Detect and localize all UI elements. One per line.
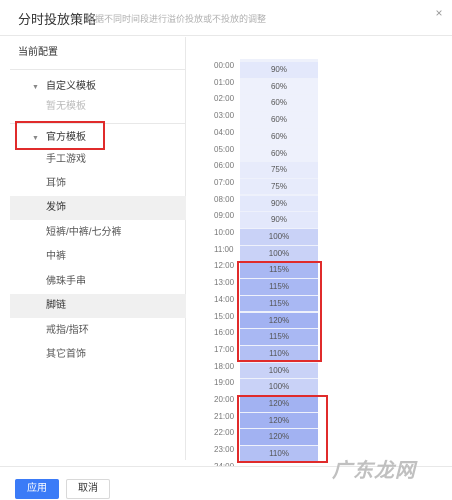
template-item[interactable]: 耳饰 xyxy=(10,172,186,196)
cancel-button[interactable]: 取消 xyxy=(66,479,110,499)
time-label: 09:00 xyxy=(214,211,235,221)
hour-cell[interactable]: 115% xyxy=(240,262,318,278)
hour-cell[interactable]: 60% xyxy=(240,145,318,161)
dialog-subtitle: 根据不同时间段进行溢价投放或不投放的调整 xyxy=(86,14,267,24)
apply-button[interactable]: 应用 xyxy=(15,479,59,499)
current-config-item[interactable]: 当前配置 xyxy=(10,41,186,65)
hour-cell[interactable]: 60% xyxy=(240,112,318,128)
hour-cell[interactable]: 90% xyxy=(240,62,318,78)
hour-cell[interactable]: 60% xyxy=(240,128,318,145)
hour-cell[interactable]: 120% xyxy=(240,312,318,328)
time-label: 08:00 xyxy=(214,194,235,204)
time-label: 16:00 xyxy=(214,328,235,338)
time-label: 02:00 xyxy=(214,94,235,104)
time-label: 13:00 xyxy=(214,278,235,288)
divider xyxy=(10,123,186,124)
hour-cell[interactable]: 100% xyxy=(240,245,318,262)
hour-cell[interactable]: 115% xyxy=(240,295,318,312)
template-item[interactable]: 其它首饰 xyxy=(10,343,186,367)
dialog-title: 分时投放策略 xyxy=(18,12,97,27)
custom-template-label: 自定义模板 xyxy=(46,81,96,92)
time-label: 12:00 xyxy=(214,261,235,271)
template-item[interactable]: 手工游戏 xyxy=(10,148,186,172)
hour-cell[interactable]: 75% xyxy=(240,178,318,195)
time-label: 07:00 xyxy=(214,177,235,187)
time-label: 05:00 xyxy=(214,144,235,154)
schedule-grid: 00:00 01:00 02:00 03:00 04:00 05:00 06:00 07:00… xyxy=(187,37,452,471)
divider xyxy=(10,69,186,70)
time-label: 17:00 xyxy=(214,344,235,354)
hour-cell[interactable]: 60% xyxy=(240,95,318,111)
template-item-selected[interactable]: 脚链 xyxy=(10,294,186,318)
time-label: 03:00 xyxy=(214,111,235,121)
template-item[interactable]: 中裤 xyxy=(10,245,186,269)
time-label: 00:00 xyxy=(214,61,235,70)
hour-cell[interactable]: 100% xyxy=(240,379,318,395)
hour-cell[interactable]: 115% xyxy=(240,329,318,345)
time-label: 22:00 xyxy=(214,428,235,438)
custom-template-empty: 暂无模板 xyxy=(46,101,86,112)
template-item[interactable]: 发饰 xyxy=(10,196,186,220)
schedule-dialog: 分时投放策略 根据不同时间段进行溢价投放或不投放的调整 × 当前配置 ▼ 自定义模… xyxy=(0,0,452,500)
template-item[interactable]: 佛珠手串 xyxy=(10,270,186,294)
official-template-group[interactable]: ▼ 官方模板 xyxy=(10,126,186,150)
hour-cell[interactable]: 120% xyxy=(240,412,318,429)
time-label: 23:00 xyxy=(214,445,235,455)
watermark: 广东龙网 xyxy=(332,460,416,482)
time-label: 11:00 xyxy=(214,244,234,254)
hour-cell[interactable]: 90% xyxy=(240,212,318,228)
time-label: 21:00 xyxy=(214,411,235,421)
hour-cell[interactable]: 60% xyxy=(240,78,318,95)
hour-cell[interactable]: 120% xyxy=(240,396,318,412)
hour-cell[interactable]: 110% xyxy=(240,345,318,362)
hour-cell[interactable]: 90% xyxy=(240,195,318,212)
time-label: 18:00 xyxy=(214,361,235,371)
time-label: 15:00 xyxy=(214,311,235,321)
time-label: 01:00 xyxy=(214,77,235,87)
time-label: 14:00 xyxy=(214,294,235,304)
hour-cell[interactable]: 75% xyxy=(240,162,318,178)
time-label: 04:00 xyxy=(214,127,235,137)
template-item[interactable]: 戒指/指环 xyxy=(10,319,186,343)
template-item[interactable]: 短裤/中裤/七分裤 xyxy=(10,221,186,245)
time-label: 20:00 xyxy=(214,395,235,404)
hour-cell[interactable]: 115% xyxy=(240,279,318,295)
hour-cell[interactable]: 120% xyxy=(240,429,318,445)
hour-cell[interactable]: 100% xyxy=(240,362,318,379)
official-template-label: 官方模板 xyxy=(46,132,86,143)
hour-cell[interactable]: 110% xyxy=(240,446,318,462)
time-label: 06:00 xyxy=(214,161,235,171)
close-icon[interactable]: × xyxy=(432,6,446,20)
hour-cell[interactable]: 100% xyxy=(240,229,318,245)
dialog-header: 分时投放策略 根据不同时间段进行溢价投放或不投放的调整 × xyxy=(0,0,452,36)
template-sidebar: 当前配置 ▼ 自定义模板 暂无模板 ▼ 官方模板 手工游戏 耳饰 发饰 短裤/中裤/… xyxy=(10,37,186,460)
time-label: 10:00 xyxy=(214,228,235,237)
time-label: 19:00 xyxy=(214,378,235,388)
